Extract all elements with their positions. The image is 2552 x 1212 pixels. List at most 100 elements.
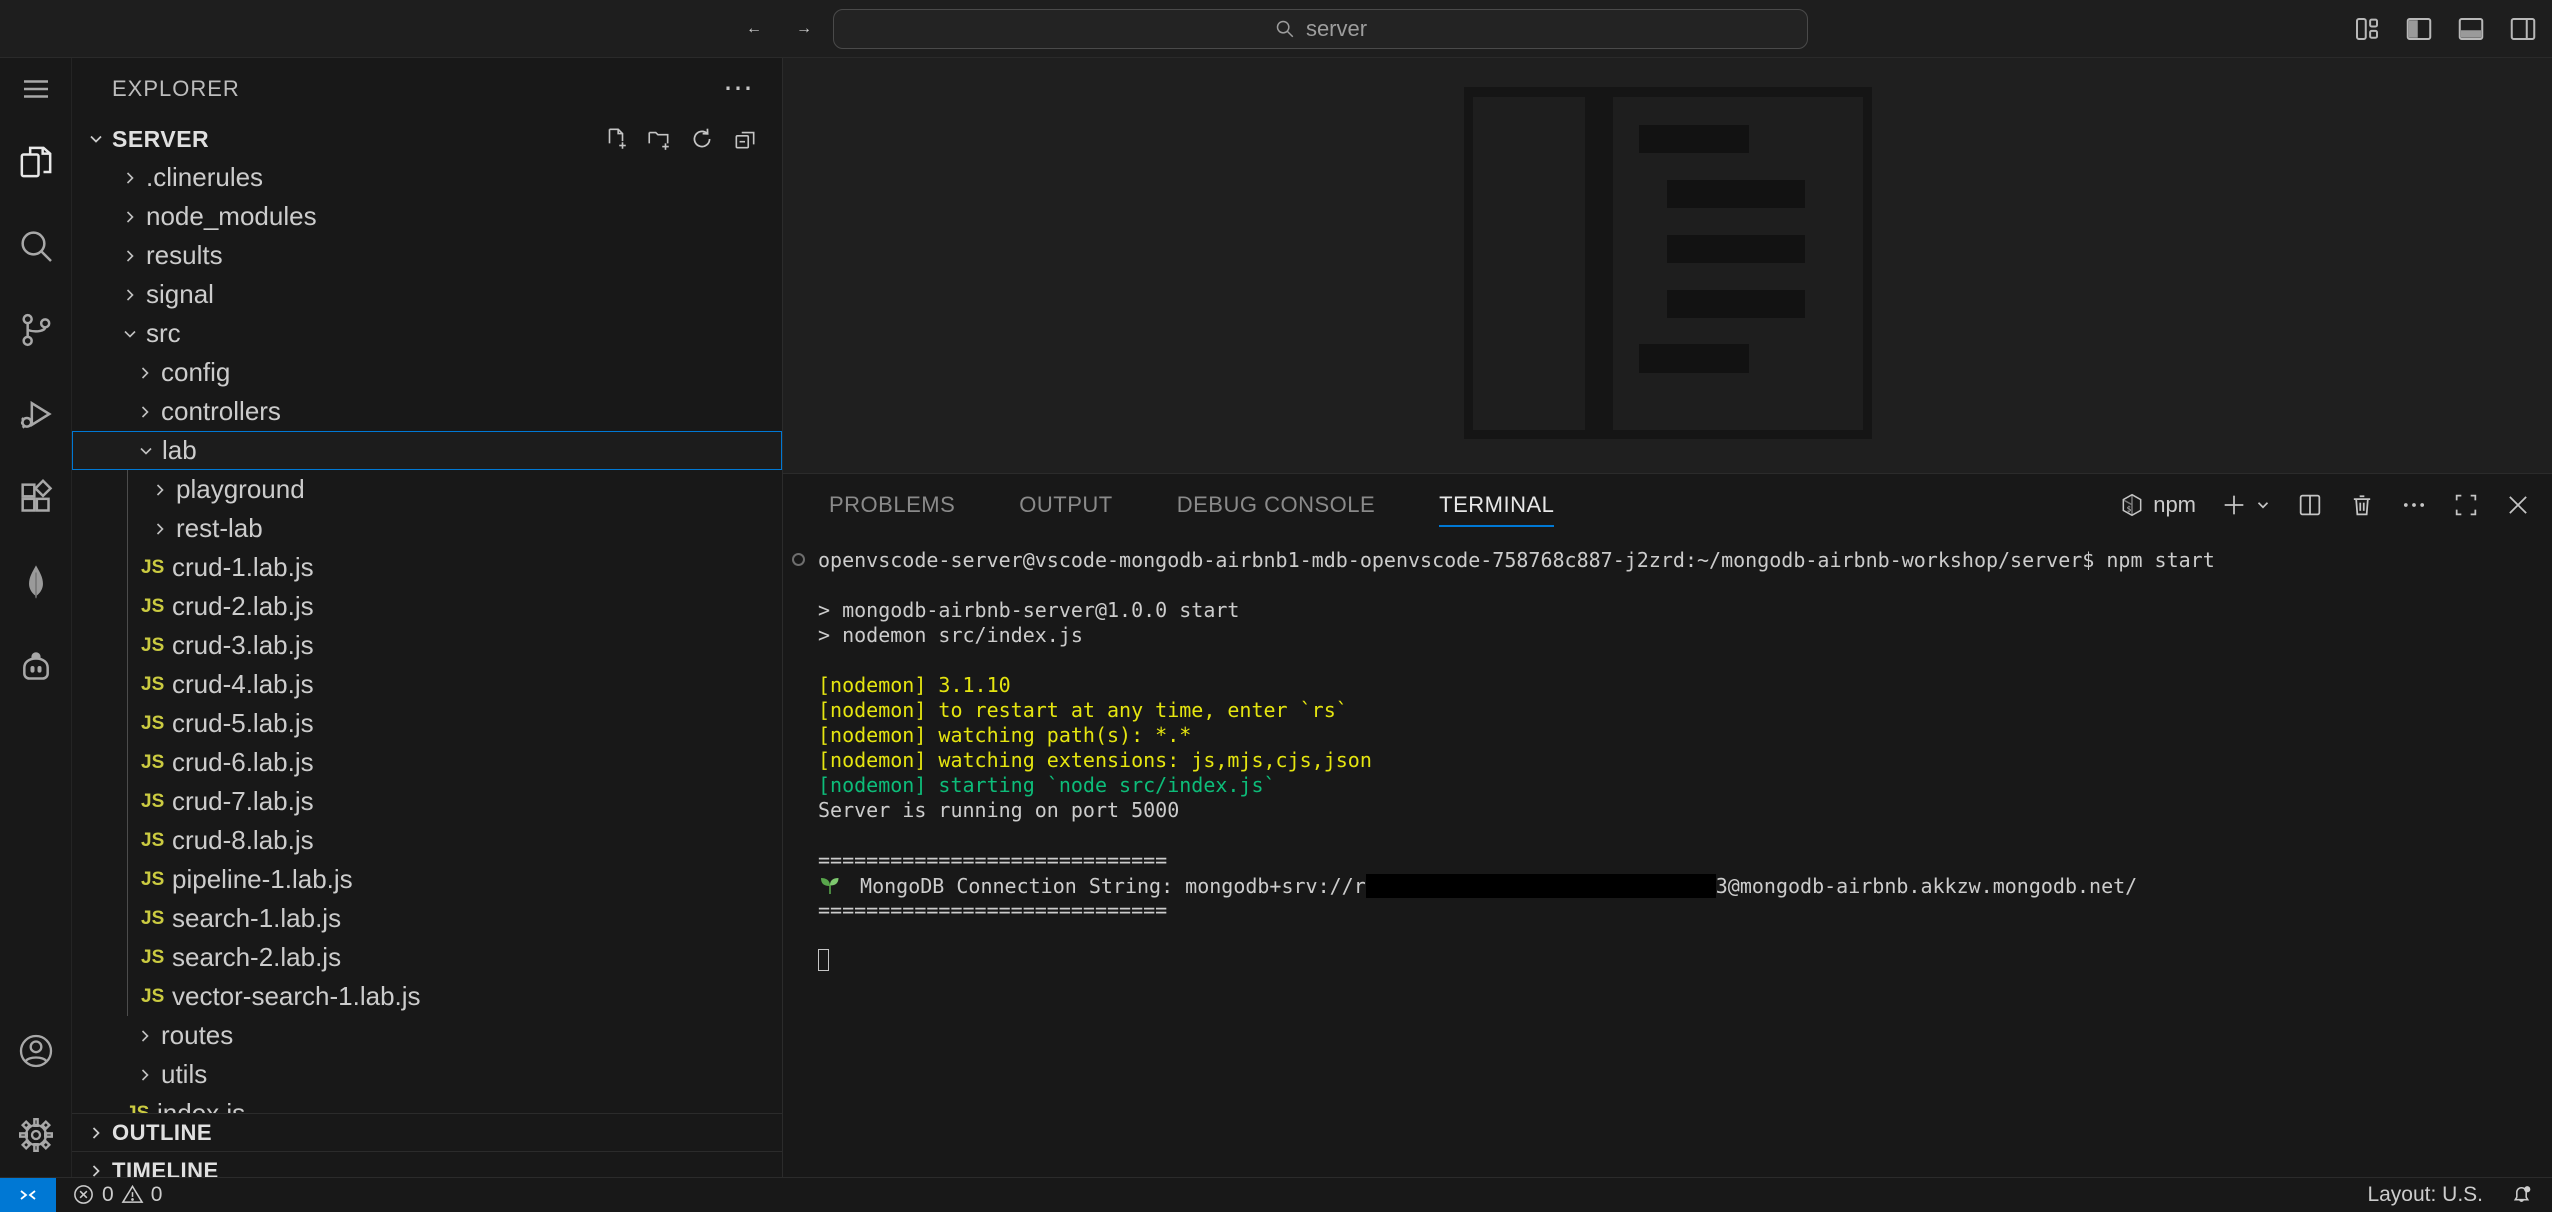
tree-item-label: search-1.lab.js (172, 903, 341, 934)
terminal-output[interactable]: openvscode-server@vscode-mongodb-airbnb1… (783, 535, 2552, 1177)
robot-assistant-icon[interactable] (0, 624, 72, 708)
tree-folder-config[interactable]: config (72, 353, 782, 392)
tab-debug-console[interactable]: DEBUG CONSOLE (1177, 492, 1375, 518)
tree-file-crud-3-lab-js[interactable]: JScrud-3.lab.js (72, 626, 782, 665)
run-debug-icon[interactable] (0, 372, 72, 456)
terminal-line-4 (783, 648, 2552, 673)
tree-file-index-js[interactable]: JSindex.js (72, 1094, 782, 1113)
toggle-secondary-sidebar-icon[interactable] (2508, 14, 2538, 44)
chevron-right-icon (117, 285, 143, 305)
terminal-line-12: ============================= (783, 848, 2552, 873)
extensions-icon[interactable] (0, 456, 72, 540)
timeline-section[interactable]: TIMELINE (72, 1151, 782, 1177)
tree-item-label: playground (176, 474, 305, 505)
tree-folder-lab[interactable]: lab (72, 431, 782, 470)
sidebar-title: EXPLORER (112, 76, 240, 102)
collapse-all-icon[interactable] (732, 126, 758, 152)
file-tree: .clinerulesnode_modulesresultssignalsrcc… (72, 158, 782, 1113)
chevron-down-icon[interactable] (2254, 496, 2272, 514)
tree-item-label: node_modules (146, 201, 317, 232)
chevron-right-icon (86, 1123, 106, 1143)
search-input[interactable]: server (833, 9, 1808, 49)
tree-folder-node-modules[interactable]: node_modules (72, 197, 782, 236)
tree-file-crud-1-lab-js[interactable]: JScrud-1.lab.js (72, 548, 782, 587)
new-folder-icon[interactable] (646, 126, 672, 152)
tree-folder-utils[interactable]: utils (72, 1055, 782, 1094)
settings-gear-icon[interactable] (0, 1093, 72, 1177)
tree-file-crud-8-lab-js[interactable]: JScrud-8.lab.js (72, 821, 782, 860)
outline-title: OUTLINE (112, 1120, 212, 1146)
kill-terminal-icon[interactable] (2348, 491, 2376, 519)
back-icon[interactable]: ← (736, 9, 772, 49)
menu-icon[interactable] (0, 58, 72, 120)
panel-tabs: PROBLEMS OUTPUT DEBUG CONSOLE TERMINAL (829, 474, 1554, 535)
tree-folder-routes[interactable]: routes (72, 1016, 782, 1055)
tree-file-crud-7-lab-js[interactable]: JScrud-7.lab.js (72, 782, 782, 821)
explorer-icon[interactable] (0, 120, 72, 204)
chevron-right-icon (147, 519, 173, 539)
tree-file-pipeline-1-lab-js[interactable]: JSpipeline-1.lab.js (72, 860, 782, 899)
js-file-icon: JS (141, 908, 169, 930)
customize-layout-icon[interactable] (2352, 14, 2382, 44)
terminal-profile[interactable]: $ npm (2119, 492, 2196, 518)
tree-folder-src[interactable]: src (72, 314, 782, 353)
tree-item-label: crud-5.lab.js (172, 708, 314, 739)
tree-file-crud-2-lab-js[interactable]: JScrud-2.lab.js (72, 587, 782, 626)
mongodb-icon[interactable] (0, 540, 72, 624)
tree-item-label: crud-1.lab.js (172, 552, 314, 583)
tree-item-label: lab (162, 435, 197, 466)
chevron-right-icon (117, 246, 143, 266)
close-panel-icon[interactable] (2504, 491, 2532, 519)
refresh-icon[interactable] (689, 126, 715, 152)
chevron-down-icon (133, 441, 159, 461)
command-decoration-icon[interactable] (792, 553, 805, 566)
outline-section[interactable]: OUTLINE (72, 1113, 782, 1151)
tab-output[interactable]: OUTPUT (1019, 492, 1112, 518)
tree-folder--clinerules[interactable]: .clinerules (72, 158, 782, 197)
tab-terminal[interactable]: TERMINAL (1439, 492, 1554, 518)
toggle-sidebar-icon[interactable] (2404, 14, 2434, 44)
section-title: SERVER (112, 126, 209, 153)
toggle-panel-icon[interactable] (2456, 14, 2486, 44)
tree-item-label: utils (161, 1059, 207, 1090)
tree-file-search-1-lab-js[interactable]: JSsearch-1.lab.js (72, 899, 782, 938)
svg-text:$: $ (2127, 504, 2132, 513)
new-file-icon[interactable] (603, 126, 629, 152)
source-control-icon[interactable] (0, 288, 72, 372)
tree-item-label: crud-3.lab.js (172, 630, 314, 661)
account-icon[interactable] (0, 1009, 72, 1093)
chevron-down-icon (117, 324, 143, 344)
terminal-line-11 (783, 823, 2552, 848)
tab-problems[interactable]: PROBLEMS (829, 492, 955, 518)
split-terminal-icon[interactable] (2296, 491, 2324, 519)
js-file-icon: JS (141, 830, 169, 852)
new-terminal-button[interactable] (2220, 491, 2272, 519)
tree-file-vector-search-1-lab-js[interactable]: JSvector-search-1.lab.js (72, 977, 782, 1016)
maximize-panel-icon[interactable] (2452, 491, 2480, 519)
js-file-icon: JS (141, 791, 169, 813)
tree-item-label: results (146, 240, 223, 271)
tree-file-crud-5-lab-js[interactable]: JScrud-5.lab.js (72, 704, 782, 743)
tree-file-crud-6-lab-js[interactable]: JScrud-6.lab.js (72, 743, 782, 782)
chevron-right-icon (132, 363, 158, 383)
tree-folder-signal[interactable]: signal (72, 275, 782, 314)
tree-folder-results[interactable]: results (72, 236, 782, 275)
keyboard-layout-status[interactable]: Layout: U.S. (2367, 1183, 2483, 1207)
indent-guide (127, 470, 128, 1016)
views-more-icon[interactable]: ⋯ (723, 79, 754, 99)
more-actions-icon[interactable] (2400, 491, 2428, 519)
tree-folder-rest-lab[interactable]: rest-lab (72, 509, 782, 548)
section-server[interactable]: SERVER (72, 120, 782, 158)
forward-icon[interactable]: → (786, 9, 822, 49)
remote-indicator[interactable] (0, 1178, 56, 1212)
js-file-icon: JS (141, 635, 169, 657)
chevron-right-icon (117, 168, 143, 188)
tree-file-search-2-lab-js[interactable]: JSsearch-2.lab.js (72, 938, 782, 977)
notifications-bell-icon[interactable] (2509, 1182, 2534, 1207)
search-view-icon[interactable] (0, 204, 72, 288)
tree-folder-controllers[interactable]: controllers (72, 392, 782, 431)
tree-item-label: routes (161, 1020, 233, 1051)
tree-file-crud-4-lab-js[interactable]: JScrud-4.lab.js (72, 665, 782, 704)
problems-status[interactable]: 0 0 (72, 1183, 162, 1207)
tree-folder-playground[interactable]: playground (72, 470, 782, 509)
